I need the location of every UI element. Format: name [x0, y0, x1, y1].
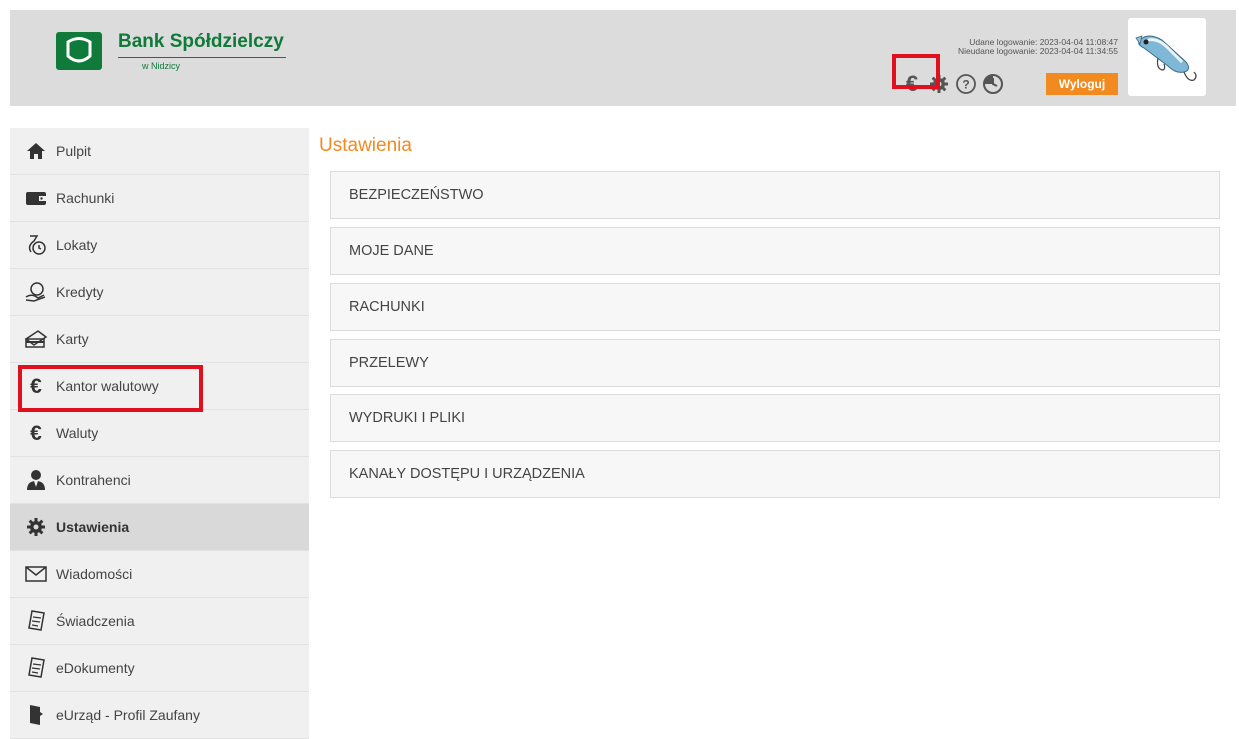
- header: Bank Spółdzielczy w Nidzicy Udane logowa…: [10, 10, 1236, 106]
- settings-section-moje-dane[interactable]: MOJE DANE: [330, 227, 1220, 275]
- sidebar-item-wiadomosci[interactable]: Wiadomości: [10, 551, 309, 598]
- sidebar-item-label: eUrząd - Profil Zaufany: [56, 707, 200, 723]
- sidebar-item-label: Rachunki: [56, 190, 115, 206]
- sidebar-item-ustawienia[interactable]: Ustawienia: [10, 504, 309, 551]
- login-failed: Nieudane logowanie: 2023-04-04 11:34:55: [957, 46, 1118, 56]
- fishing-lure-icon: [1135, 35, 1197, 81]
- sidebar-nav: Pulpit Rachunki Lokaty Kredyty Karty € K…: [10, 128, 309, 739]
- euro-icon: €: [30, 421, 42, 445]
- highlight-box-header-euro: [892, 54, 940, 89]
- sidebar-item-label: Wiadomości: [56, 566, 133, 582]
- sidebar-item-label: Pulpit: [56, 143, 92, 159]
- home-icon: [24, 141, 48, 161]
- help-icon[interactable]: ?: [954, 72, 978, 96]
- sidebar-item-label: Świadczenia: [56, 613, 135, 629]
- settings-section-wydruki-i-pliki[interactable]: WYDRUKI I PLIKI: [330, 394, 1220, 442]
- document-icon: [24, 657, 48, 678]
- settings-section-rachunki[interactable]: RACHUNKI: [330, 283, 1220, 331]
- sidebar-item-kontrahenci[interactable]: Kontrahenci: [10, 457, 309, 504]
- sidebar-item-label: Ustawienia: [56, 519, 130, 535]
- sidebar-item-label: Lokaty: [56, 237, 98, 253]
- logo-divider: [118, 57, 286, 58]
- mail-icon: [24, 564, 48, 584]
- sidebar-item-rachunki[interactable]: Rachunki: [10, 175, 309, 222]
- bank-subtitle: w Nidzicy: [142, 61, 181, 71]
- sidebar-item-label: Kredyty: [56, 284, 104, 300]
- sidebar-item-label: Karty: [56, 331, 89, 347]
- deposit-icon: [24, 235, 48, 255]
- sidebar-item-kredyty[interactable]: Kredyty: [10, 269, 309, 316]
- svg-text:?: ?: [962, 78, 969, 92]
- settings-section-kanaly-dostepu[interactable]: KANAŁY DOSTĘPU I URZĄDZENIA: [330, 450, 1220, 498]
- card-icon: [24, 329, 48, 349]
- avatar[interactable]: [1128, 18, 1206, 96]
- login-info: Udane logowanie: 2023-04-04 11:08:47 Nie…: [958, 38, 1118, 56]
- sidebar-item-label: Waluty: [56, 425, 99, 441]
- bank-name: Bank Spółdzielczy: [118, 31, 284, 52]
- sidebar-item-swiadczenia[interactable]: Świadczenia: [10, 598, 309, 645]
- sidebar-item-label: Kontrahenci: [56, 472, 131, 488]
- door-icon: [24, 705, 48, 725]
- wallet-icon: [24, 188, 48, 208]
- settings-section-przelewy[interactable]: PRZELEWY: [330, 339, 1220, 387]
- credit-icon: [24, 282, 48, 302]
- sidebar-item-pulpit[interactable]: Pulpit: [10, 128, 309, 175]
- page-title: Ustawienia: [319, 135, 412, 156]
- sidebar-item-karty[interactable]: Karty: [10, 316, 309, 363]
- logout-button[interactable]: Wyloguj: [1046, 73, 1118, 95]
- document-icon: [24, 610, 48, 631]
- settings-section-bezpieczenstwo[interactable]: BEZPIECZEŃSTWO: [330, 171, 1220, 219]
- bank-logo-icon: [56, 32, 102, 70]
- highlight-box-kantor-walutowy: [18, 365, 203, 412]
- sidebar-item-eurzad[interactable]: eUrząd - Profil Zaufany: [10, 692, 309, 739]
- sidebar-item-waluty[interactable]: € Waluty: [10, 410, 309, 457]
- clock-icon[interactable]: [981, 72, 1005, 96]
- sidebar-item-edokumenty[interactable]: eDokumenty: [10, 645, 309, 692]
- person-icon: [24, 470, 48, 490]
- sidebar-item-lokaty[interactable]: Lokaty: [10, 222, 309, 269]
- sidebar-item-label: eDokumenty: [56, 660, 135, 676]
- gear-icon: [24, 517, 48, 537]
